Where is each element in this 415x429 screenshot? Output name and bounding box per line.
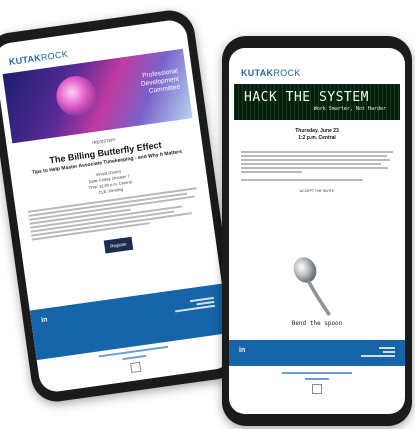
linkedin-icon[interactable]: in: [239, 347, 245, 354]
accept-invite-link[interactable]: ACCEPT THE INVITE: [241, 189, 393, 193]
kutak-rock-logo: KUTAKROCK: [241, 68, 301, 78]
hero-title: HACK THE SYSTEM: [244, 90, 369, 105]
register-button[interactable]: Register: [103, 236, 134, 254]
hero-text: Professional Development Committee: [140, 67, 181, 95]
footer-unsubscribe: [229, 370, 405, 397]
footer-links: [174, 295, 216, 314]
footer-badge-icon: [312, 384, 322, 394]
hack-the-system-banner: HACK THE SYSTEM Work Smarter, Not Harder: [234, 84, 400, 120]
linkedin-icon[interactable]: in: [41, 316, 48, 324]
hero-subtitle: Work Smarter, Not Harder: [313, 106, 386, 112]
body-text-lines: [241, 151, 393, 181]
phone-right: KUTAKROCK HACK THE SYSTEM Work Smarter, …: [222, 36, 412, 426]
email-screen-right: KUTAKROCK HACK THE SYSTEM Work Smarter, …: [229, 48, 405, 414]
email-screen-left: KUTAKROCK Professional Development Commi…: [0, 18, 234, 394]
butterfly-orb-icon: [53, 73, 99, 119]
bend-spoon-caption: Bend the spoon: [291, 320, 343, 327]
phone-left: KUTAKROCK Professional Development Commi…: [0, 7, 243, 405]
event-date: Thursday, June 23 1:2 p.m. Central: [295, 128, 339, 141]
footer-links: [361, 345, 395, 359]
email-footer: in: [229, 340, 405, 366]
spoon-icon: [293, 257, 331, 316]
footer-badge-icon: [130, 361, 142, 374]
